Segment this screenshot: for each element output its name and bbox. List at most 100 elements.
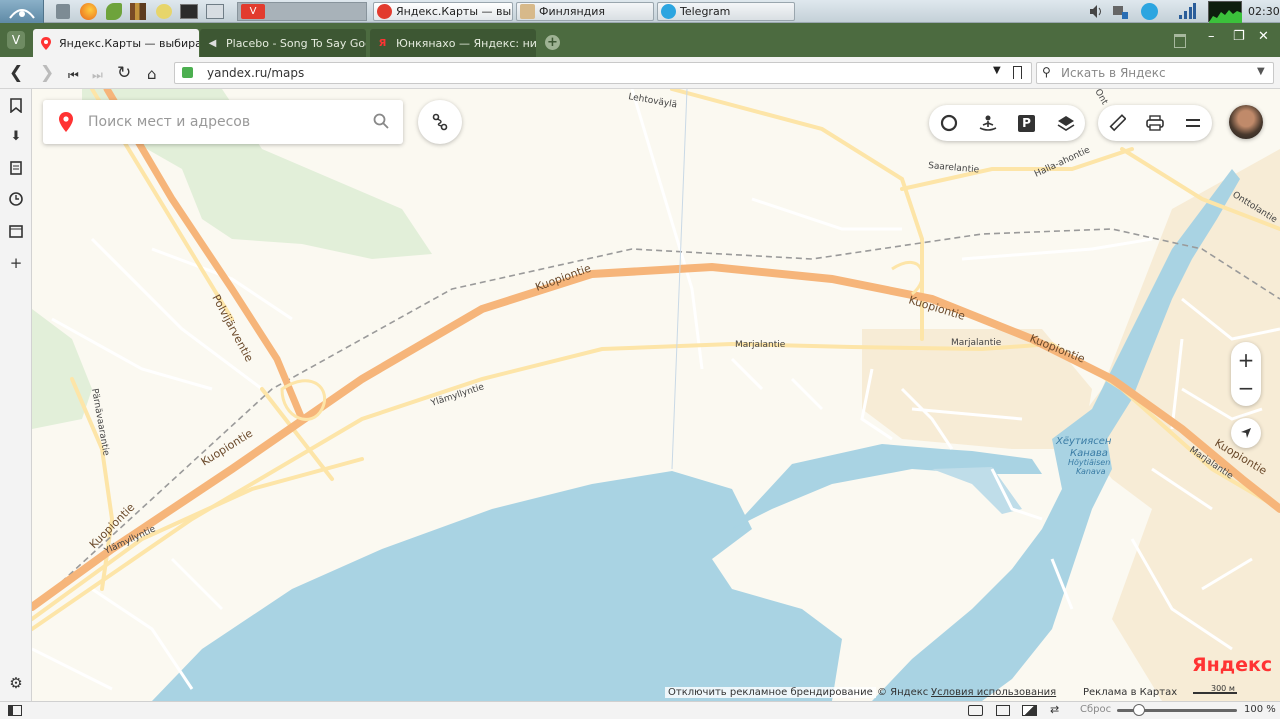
web-search-field[interactable]: ⚲ Искать в Яндекс ▼ — [1036, 62, 1274, 84]
road-label-saarelantie: Saarelantie — [928, 161, 980, 175]
address-toolbar: ❮ ❯ ⏮ ⏭ ↻ ⌂ yandex.ru/maps ▼ ⚲ Искать в … — [0, 57, 1280, 89]
web-panel-icon[interactable] — [8, 223, 24, 239]
history-icon[interactable] — [8, 191, 24, 207]
power-line — [671, 89, 688, 470]
bookmarks-icon[interactable] — [8, 97, 24, 113]
map-canvas[interactable]: Kuopiontie Kuopiontie Kuopiontie Kuopion… — [32, 89, 1280, 701]
disable-branding-link[interactable]: Отключить рекламное брендирование — [665, 687, 876, 698]
zoom-slider[interactable] — [1117, 704, 1237, 716]
taskbar-vivaldi-pinned[interactable]: V — [237, 2, 367, 21]
downloads-icon[interactable]: ⬇ — [8, 128, 24, 144]
quicklaunch-terminal-icon[interactable] — [180, 4, 198, 19]
map-search-placeholder: Поиск мест и адресов — [88, 114, 251, 130]
maximize-button[interactable]: ❐ — [1233, 29, 1245, 44]
location-arrow-icon — [1241, 428, 1251, 438]
back-icon[interactable]: ❮ — [9, 63, 23, 83]
parking-icon[interactable]: P — [1010, 106, 1044, 140]
bookmark-page-icon[interactable] — [1013, 66, 1022, 79]
notes-icon[interactable] — [8, 160, 24, 176]
volume-icon[interactable] — [1089, 3, 1103, 20]
zoom-level: 100 % — [1244, 704, 1276, 715]
tiling-icon[interactable] — [996, 705, 1010, 716]
close-window-button[interactable]: ✕ — [1258, 29, 1269, 44]
browser-status-bar: ⇄ Сброс 100 % — [0, 701, 1280, 719]
quicklaunch-books-icon[interactable] — [130, 3, 146, 20]
capture-icon[interactable] — [968, 705, 983, 716]
os-taskbar: V Яндекс.Карты — вы... Финляндия Telegra… — [0, 0, 1280, 23]
search-engine-dropdown-icon[interactable]: ▼ — [1257, 66, 1265, 77]
home-icon[interactable]: ⌂ — [147, 64, 157, 84]
telegram-tray-icon[interactable] — [1141, 3, 1158, 20]
tab-yunkyanakho[interactable]: Я Юнкянахо — Яндекс: ниче — [370, 29, 536, 57]
geolocation-button[interactable] — [1231, 418, 1261, 448]
panel-toggle-icon[interactable] — [8, 705, 22, 716]
ads-link[interactable]: Реклама в Картах — [1083, 687, 1177, 698]
folder-icon — [520, 4, 535, 19]
clock[interactable]: 02:30 — [1248, 5, 1280, 18]
quicklaunch-leaf-icon[interactable] — [106, 3, 122, 20]
wetland-stripe — [932, 467, 1022, 514]
taskbar-window-label: Финляндия — [539, 5, 606, 18]
scale-label: 300 м — [1211, 684, 1235, 693]
tab-yandex-maps[interactable]: Яндекс.Карты — выбирайт — [33, 29, 199, 57]
image-toggle-icon[interactable] — [1022, 705, 1037, 716]
minimize-button[interactable]: – — [1208, 29, 1215, 44]
traffic-icon[interactable] — [932, 106, 966, 140]
zoom-reset-button[interactable]: Сброс — [1080, 704, 1111, 715]
network-icon[interactable] — [1111, 3, 1129, 20]
taskbar-window-label: Telegram — [680, 5, 731, 18]
settings-gear-icon[interactable]: ⚙ — [8, 674, 24, 692]
canal-label-ru: Хёутиясен — [1055, 436, 1112, 447]
canal-label-fi: Kanava — [1076, 467, 1106, 476]
quicklaunch-files-icon[interactable] — [56, 4, 70, 19]
yandex-logo: Яндекс — [1192, 654, 1272, 676]
vivaldi-menu-icon[interactable]: V — [7, 31, 25, 49]
tab-label: Юнкянахо — Яндекс: ниче — [396, 36, 536, 50]
trash-icon[interactable] — [1174, 34, 1186, 48]
menu-icon[interactable] — [1176, 106, 1210, 140]
user-avatar[interactable] — [1229, 105, 1263, 139]
zoom-slider-handle[interactable] — [1133, 704, 1145, 716]
zoom-out-button[interactable]: − — [1238, 374, 1255, 402]
road-label-ont: Ont — [1092, 89, 1109, 107]
copyright-text: © Яндекс — [877, 687, 929, 698]
url-field[interactable]: yandex.ru/maps ▼ — [174, 62, 1032, 84]
taskbar-window-telegram[interactable]: Telegram — [657, 2, 795, 21]
terms-link[interactable]: Условия использования — [931, 687, 1056, 698]
rewind-icon[interactable]: ⏮ — [68, 65, 79, 85]
add-panel-icon[interactable]: + — [8, 254, 24, 272]
zoom-in-button[interactable]: + — [1238, 346, 1255, 374]
taskbar-window-browser[interactable]: Яндекс.Карты — вы... — [373, 2, 513, 21]
reload-icon[interactable]: ↻ — [117, 63, 131, 83]
taskbar-window-folder[interactable]: Финляндия — [516, 2, 654, 21]
map-layers-toolbar: P — [929, 105, 1085, 141]
layers-icon[interactable] — [1049, 106, 1083, 140]
zoom-controls: + − — [1231, 342, 1261, 406]
url-dropdown-icon[interactable]: ▼ — [993, 65, 1001, 76]
route-button[interactable] — [418, 100, 462, 144]
ruler-icon[interactable] — [1100, 106, 1134, 140]
page-actions-icon[interactable]: ⇄ — [1050, 703, 1059, 716]
panorama-icon[interactable] — [971, 106, 1005, 140]
search-icon[interactable] — [373, 113, 389, 132]
quicklaunch-firefox-icon[interactable] — [80, 3, 97, 20]
road-label-marjalantie: Marjalantie — [951, 338, 1002, 348]
browser-sidebar: ⬇ + ⚙ — [0, 89, 32, 701]
web-search-placeholder: Искать в Яндекс — [1061, 66, 1166, 80]
quicklaunch-hat-icon[interactable] — [156, 4, 172, 19]
fast-forward-icon[interactable]: ⏭ — [92, 65, 103, 85]
print-icon[interactable] — [1138, 106, 1172, 140]
canal-label-fi: Höytiäisen — [1068, 458, 1110, 467]
yandex-icon: Я — [378, 37, 387, 49]
map-search-box[interactable]: Поиск мест и адресов — [43, 100, 403, 144]
map-pin-icon — [59, 112, 73, 135]
tab-label: Яндекс.Карты — выбирайт — [59, 36, 199, 50]
cpu-monitor-graph — [1208, 1, 1242, 23]
quicklaunch-windows-icon[interactable] — [206, 4, 224, 19]
new-tab-button[interactable]: + — [545, 35, 560, 50]
tab-placebo[interactable]: ◀ Placebo - Song To Say Good — [200, 29, 366, 57]
vivaldi-icon: V — [241, 4, 265, 19]
route-icon — [432, 113, 448, 131]
start-menu-icon[interactable] — [0, 0, 44, 23]
forward-icon[interactable]: ❯ — [40, 63, 54, 83]
